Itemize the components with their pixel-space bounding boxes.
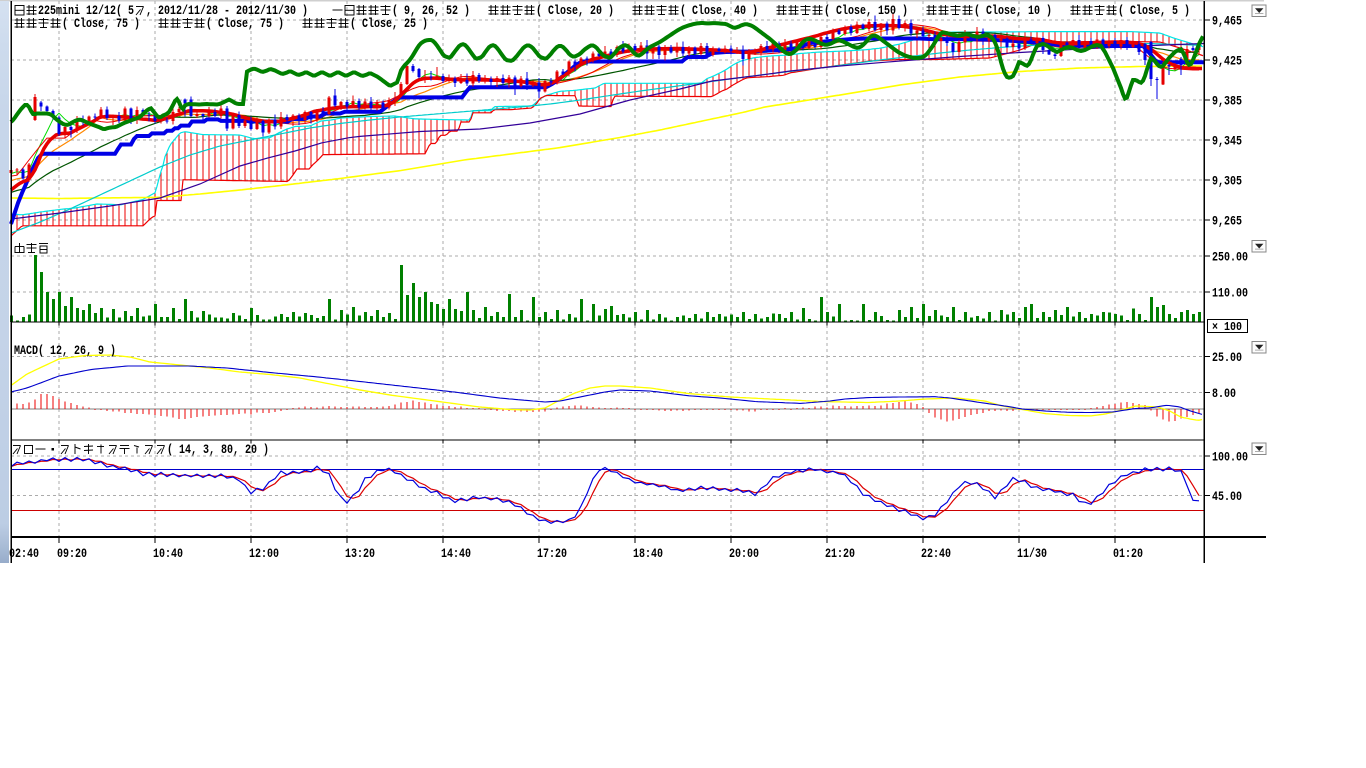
svg-text:( Close, 40 ): ( Close, 40 ) (680, 3, 758, 18)
svg-text:01:20: 01:20 (1113, 546, 1143, 561)
svg-text:21:20: 21:20 (825, 546, 855, 561)
svg-text:9,465: 9,465 (1212, 14, 1242, 29)
svg-text:17:20: 17:20 (537, 546, 567, 561)
svg-text:( Close, 25 ): ( Close, 25 ) (350, 16, 428, 31)
svg-text:( Close, 5 ): ( Close, 5 ) (1118, 3, 1190, 18)
svg-text:( 14, 3, 80, 20 ): ( 14, 3, 80, 20 ) (167, 442, 269, 457)
svg-text:( Close, 20 ): ( Close, 20 ) (536, 3, 614, 18)
svg-text:18:40: 18:40 (633, 546, 663, 561)
svg-text:12:00: 12:00 (249, 546, 279, 561)
svg-text:14:40: 14:40 (441, 546, 471, 561)
svg-text:10:40: 10:40 (153, 546, 183, 561)
svg-text:250.00: 250.00 (1212, 250, 1248, 265)
svg-text:11/30: 11/30 (1017, 546, 1047, 561)
svg-text:MACD( 12, 26, 9 ): MACD( 12, 26, 9 ) (14, 343, 116, 358)
svg-text:09:20: 09:20 (57, 546, 87, 561)
svg-text:( Close, 10 ): ( Close, 10 ) (974, 3, 1052, 18)
svg-text:110.00: 110.00 (1212, 286, 1248, 301)
svg-text:9,345: 9,345 (1212, 134, 1242, 149)
svg-text:45.00: 45.00 (1212, 489, 1242, 504)
svg-text:( Close, 75 ): ( Close, 75 ) (206, 16, 284, 31)
svg-text:100.00: 100.00 (1212, 450, 1248, 465)
svg-text:( Close, 150 ): ( Close, 150 ) (824, 3, 908, 18)
svg-text:9,265: 9,265 (1212, 214, 1242, 229)
svg-text:25.00: 25.00 (1212, 350, 1242, 365)
svg-text:8.00: 8.00 (1212, 386, 1236, 401)
svg-text:9,385: 9,385 (1212, 94, 1242, 109)
svg-text:9,425: 9,425 (1212, 54, 1242, 69)
svg-text:13:20: 13:20 (345, 546, 375, 561)
svg-text:20:00: 20:00 (729, 546, 759, 561)
svg-text:9,305: 9,305 (1212, 174, 1242, 189)
svg-text:( Close, 75 ): ( Close, 75 ) (62, 16, 140, 31)
svg-text:× 100: × 100 (1212, 320, 1242, 334)
svg-text:22:40: 22:40 (921, 546, 951, 561)
svg-text:02:40: 02:40 (9, 546, 39, 561)
